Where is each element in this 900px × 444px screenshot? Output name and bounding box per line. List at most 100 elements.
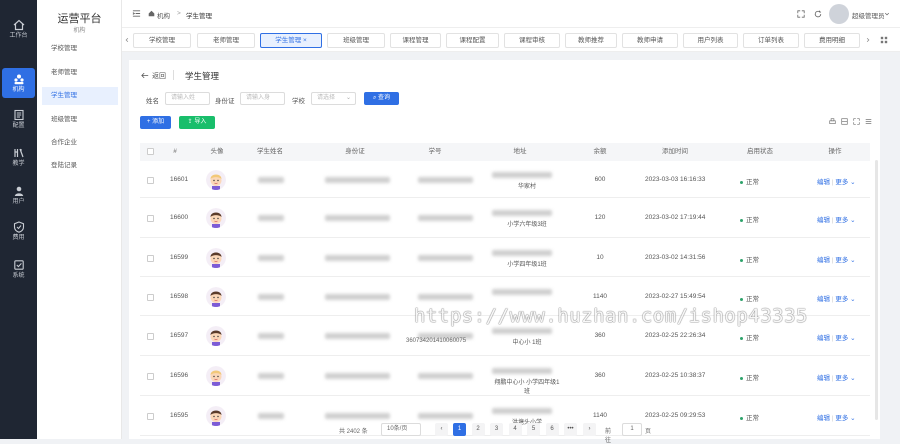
avatar[interactable] — [829, 4, 849, 24]
rail-item-fee[interactable]: 费用 — [0, 216, 37, 246]
edit-link[interactable]: 编辑 — [817, 335, 830, 342]
tab-fees[interactable]: 费用明细 — [804, 33, 860, 48]
tab-course-config[interactable]: 课程配置 — [446, 33, 499, 48]
more-dropdown[interactable]: 更多 — [835, 375, 848, 382]
more-dropdown[interactable]: 更多 — [835, 257, 848, 264]
more-dropdown[interactable]: 更多 — [835, 296, 848, 303]
table-scrollbar[interactable] — [875, 160, 878, 420]
sidebar-item-schools[interactable]: 学校管理 — [42, 40, 118, 58]
sidebar-item-partners[interactable]: 合作企业 — [42, 134, 118, 152]
plus-icon: + — [146, 119, 151, 125]
rail-item-user[interactable]: 用户 — [0, 180, 37, 210]
student-avatar — [206, 208, 226, 228]
row-checkbox[interactable] — [147, 373, 154, 380]
rail-item-system[interactable]: 系统 — [0, 254, 37, 284]
chevron-left-icon[interactable] — [124, 37, 130, 43]
sidebar-item-classes[interactable]: 班级管理 — [42, 111, 118, 129]
tab-courses[interactable]: 课程管理 — [390, 33, 441, 48]
rail-item-config[interactable]: 配置 — [0, 104, 37, 134]
row-checkbox[interactable] — [147, 177, 154, 184]
chevron-down-icon[interactable] — [884, 11, 890, 17]
student-name-redacted — [258, 333, 284, 339]
arrow-left-icon[interactable] — [141, 72, 149, 79]
chevron-right-icon[interactable] — [865, 37, 871, 43]
refresh-icon[interactable] — [814, 10, 822, 18]
query-button[interactable]: ⌕ 查询 — [364, 92, 399, 105]
edit-link[interactable]: 编辑 — [817, 257, 830, 264]
next-page-button[interactable]: › — [583, 423, 596, 436]
rail-item-workbench[interactable]: 工作台 — [0, 14, 37, 44]
prev-page-button[interactable]: ‹ — [435, 423, 448, 436]
more-dropdown[interactable]: 更多 — [835, 217, 848, 224]
sidebar-item-login-log[interactable]: 登陆记录 — [42, 157, 118, 175]
import-button[interactable]: ⇪ 导入 — [179, 116, 215, 129]
page-number[interactable]: 5 — [527, 423, 540, 436]
tab-label: 课程配置 — [459, 37, 486, 44]
tab-teachers[interactable]: 老师管理 — [197, 33, 255, 48]
chevron-down-icon[interactable]: ⌄ — [848, 217, 855, 224]
id-card-redacted — [325, 255, 390, 261]
chevron-down-icon[interactable]: ⌄ — [848, 257, 855, 264]
row-checkbox[interactable] — [147, 333, 154, 340]
chevron-down-icon[interactable]: ⌄ — [848, 415, 855, 422]
fullscreen-icon[interactable] — [853, 118, 860, 125]
row-checkbox[interactable] — [147, 413, 154, 420]
tab-students[interactable]: 学生管理 × — [260, 33, 322, 48]
tab-classes[interactable]: 班级管理 — [327, 33, 385, 48]
school-select[interactable]: 请选择 ⌄ — [311, 92, 356, 105]
row-checkbox[interactable] — [147, 255, 154, 262]
chevron-down-icon[interactable]: ⌄ — [848, 179, 855, 186]
tab-schools[interactable]: 学校管理 — [133, 33, 191, 48]
goto-input[interactable]: 1 — [622, 423, 642, 436]
edit-link[interactable]: 编辑 — [817, 179, 830, 186]
tab-course-review[interactable]: 课程审核 — [504, 33, 560, 48]
more-dropdown[interactable]: 更多 — [835, 415, 848, 422]
page-number[interactable]: 6 — [545, 423, 559, 436]
page-number[interactable]: 3 — [490, 423, 503, 436]
page-ellipsis[interactable]: ••• — [564, 423, 577, 436]
page-number[interactable]: 2 — [471, 423, 485, 436]
rail-item-teaching[interactable]: 教学 — [0, 142, 37, 172]
sidebar-item-teachers[interactable]: 老师管理 — [42, 64, 118, 82]
tab-applications[interactable]: 教师申请 — [622, 33, 678, 48]
row-checkbox[interactable] — [147, 215, 154, 222]
edit-link[interactable]: 编辑 — [817, 217, 830, 224]
back-link[interactable]: 返回 — [152, 71, 166, 81]
more-dropdown[interactable]: 更多 — [835, 335, 848, 342]
more-dropdown[interactable]: 更多 — [835, 179, 848, 186]
print-icon[interactable] — [829, 118, 836, 125]
upload-icon: ⇪ — [187, 119, 193, 125]
tab-users[interactable]: 用户列表 — [683, 33, 738, 48]
row-checkbox[interactable] — [147, 294, 154, 301]
sidebar-item-students[interactable]: 学生管理 — [42, 87, 118, 105]
fullscreen-icon[interactable] — [797, 10, 805, 18]
breadcrumb-home[interactable]: 机构 — [157, 10, 170, 20]
id-card-redacted — [325, 215, 390, 221]
page-number[interactable]: 4 — [508, 423, 522, 436]
filter-name-label: 姓名 — [146, 98, 159, 105]
menu-collapse-icon[interactable] — [132, 9, 141, 18]
rail-item-organization[interactable]: 机构 — [2, 68, 35, 98]
column-settings-icon[interactable] — [865, 118, 872, 125]
chevron-down-icon[interactable]: ⌄ — [848, 375, 855, 382]
select-all-checkbox[interactable] — [147, 148, 154, 155]
row-actions: 编辑 | 更多 ⌄ — [817, 415, 856, 422]
add-button[interactable]: + 添加 — [140, 116, 171, 129]
username[interactable]: 超级管理员 — [852, 10, 885, 20]
export-icon[interactable] — [841, 118, 848, 125]
chevron-down-icon[interactable]: ⌄ — [848, 296, 855, 303]
name-input[interactable]: 请输入姓 — [165, 92, 210, 105]
status-dot — [740, 258, 743, 262]
address-redacted — [492, 328, 552, 334]
id-card-input[interactable]: 请输入身 — [240, 92, 285, 105]
close-icon[interactable]: × — [303, 37, 307, 44]
edit-link[interactable]: 编辑 — [817, 375, 830, 382]
grid-icon[interactable] — [880, 36, 888, 44]
tab-orders[interactable]: 订单列表 — [743, 33, 799, 48]
chevron-down-icon[interactable]: ⌄ — [848, 335, 855, 342]
edit-link[interactable]: 编辑 — [817, 296, 830, 303]
edit-link[interactable]: 编辑 — [817, 415, 830, 422]
page-size-select[interactable]: 10条/页 — [381, 423, 421, 436]
page-number[interactable]: 1 — [453, 423, 466, 436]
tab-recommend[interactable]: 教师推荐 — [565, 33, 617, 48]
